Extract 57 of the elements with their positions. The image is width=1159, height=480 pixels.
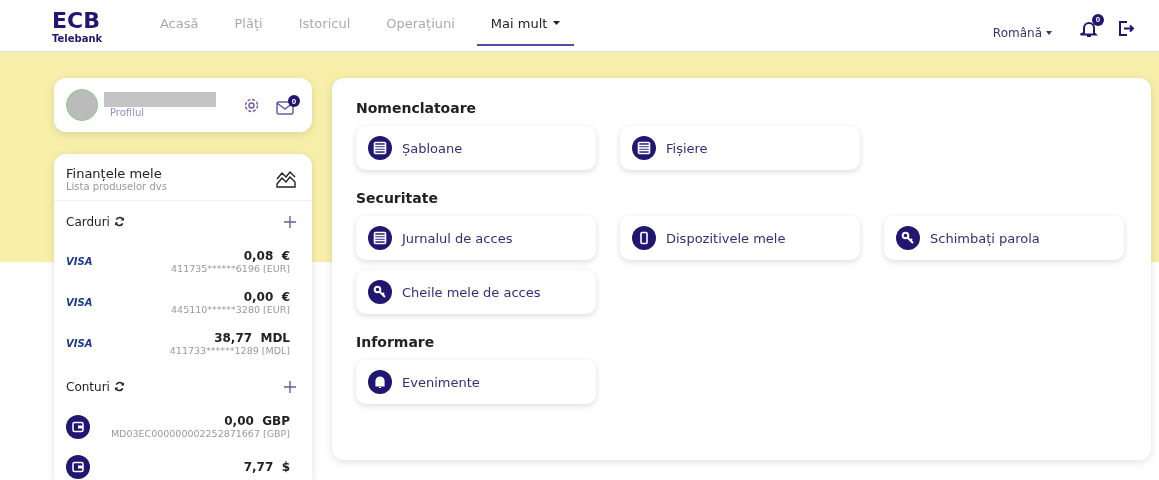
- key-icon: [368, 280, 392, 304]
- refresh-icon[interactable]: [113, 381, 125, 392]
- menu-tile[interactable]: Schimbați parola: [884, 216, 1124, 260]
- menu-tile[interactable]: Fișiere: [620, 126, 860, 170]
- settings-icon[interactable]: [243, 96, 260, 114]
- list-icon: [632, 136, 656, 160]
- group-title: Carduri: [66, 215, 125, 229]
- bell-icon: [1080, 19, 1098, 38]
- bell-icon: [368, 370, 392, 394]
- nav-tab[interactable]: Mai mult: [476, 2, 575, 46]
- finances-title: Finanțele mele: [66, 166, 162, 181]
- product-number: MD03EC000000002252871667 [GBP]: [110, 428, 290, 439]
- product-number: 411733******1289 [MDL]: [169, 345, 290, 356]
- group-title: Conturi: [66, 380, 125, 394]
- menu-tile[interactable]: Șabloane: [356, 126, 596, 170]
- card-brand: VISA: [66, 338, 93, 349]
- mail-icon: [276, 101, 294, 115]
- menu-tile[interactable]: Dispozitivele mele: [620, 216, 860, 260]
- logo[interactable]: ECB Telebank: [52, 7, 106, 44]
- finances-subtitle: Lista produselor dvs: [66, 181, 167, 192]
- avatar: [66, 89, 98, 121]
- product-number: 411735******6196 [EUR]: [171, 263, 290, 274]
- notification-count: 0: [1092, 13, 1104, 26]
- card-brand: VISA: [66, 256, 93, 267]
- key-icon: [896, 226, 920, 250]
- product-amount: 38,77 MDL: [213, 331, 290, 345]
- list-icon: [368, 226, 392, 250]
- product-row[interactable]: 7,77 $: [54, 449, 312, 480]
- product-row[interactable]: VISA 38,77 MDL 411733******1289 [MDL]: [54, 325, 312, 366]
- product-row[interactable]: VISA 0,00 € 445110******3280 [EUR]: [54, 284, 312, 325]
- product-amount: 0,00 GBP: [223, 414, 290, 428]
- product-row[interactable]: VISA 0,08 € 411735******6196 [EUR]: [54, 243, 312, 284]
- product-amount: 7,77 $: [243, 460, 290, 474]
- add-icon[interactable]: [284, 216, 296, 228]
- logout-icon: [1118, 20, 1135, 37]
- notifications-button[interactable]: 0: [1080, 13, 1104, 38]
- add-icon[interactable]: [284, 381, 296, 393]
- menu-tile[interactable]: Jurnalul de acces: [356, 216, 596, 260]
- messages-button[interactable]: 0: [276, 95, 300, 115]
- refresh-icon[interactable]: [113, 216, 125, 227]
- language-selector[interactable]: Română: [992, 25, 1052, 40]
- caret-icon: [1046, 30, 1052, 35]
- message-count: 0: [288, 95, 300, 107]
- product-amount: 0,00 €: [242, 290, 290, 304]
- chart-icon[interactable]: [276, 170, 296, 188]
- section-title: Securitate: [356, 190, 439, 206]
- product-row[interactable]: 0,00 GBP MD03EC000000002252871667 [GBP]: [54, 408, 312, 449]
- menu-tile[interactable]: Cheile mele de acces: [356, 270, 596, 314]
- section-title: Informare: [356, 334, 436, 350]
- product-number: 445110******3280 [EUR]: [171, 304, 290, 315]
- phone-icon: [632, 226, 656, 250]
- product-amount: 0,08 €: [242, 249, 290, 263]
- menu-tile[interactable]: Evenimente: [356, 360, 596, 404]
- section-title: Nomenclatoare: [356, 100, 478, 116]
- list-icon: [368, 136, 392, 160]
- card-brand: VISA: [66, 297, 93, 308]
- wallet-icon: [66, 414, 90, 439]
